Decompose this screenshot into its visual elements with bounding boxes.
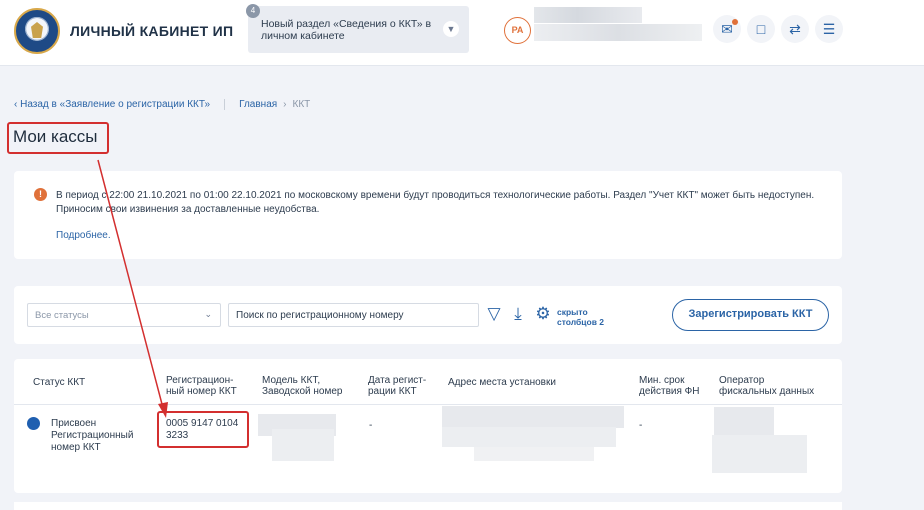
breadcrumb: ‹ Назад в «Заявление о регистрации ККТ» Г…: [14, 99, 310, 110]
home-link[interactable]: Главная: [239, 99, 277, 110]
breadcrumb-divider: [224, 99, 226, 110]
row-status-l2: Регистрационный: [51, 430, 134, 441]
menu-button[interactable]: ☰: [815, 15, 843, 43]
header: ЛИЧНЫЙ КАБИНЕТ ИП Новый раздел «Сведения…: [0, 0, 924, 66]
kkt-table: Статус ККТ Регистрацион- ный номер ККТ М…: [14, 359, 842, 493]
status-select[interactable]: Все статусы ⌄: [27, 303, 221, 327]
ofd-pixelated-1: [714, 407, 774, 437]
serial-pixelated: [272, 429, 334, 461]
reg-number-highlight-box: [157, 411, 249, 448]
menu-icon: ☰: [822, 21, 836, 37]
col-header-fn-term[interactable]: Мин. срок действия ФН: [639, 375, 699, 397]
news-count-badge: 4: [246, 4, 260, 18]
brand-title: ЛИЧНЫЙ КАБИНЕТ ИП: [70, 23, 234, 39]
user-inn-pixelated: [534, 24, 702, 41]
filter-bar: Все статусы ⌄ Поиск по регистрационному …: [14, 286, 842, 344]
notice-more-link[interactable]: Подробнее.: [56, 230, 111, 241]
swap-arrows-icon: ⇄: [789, 21, 801, 37]
address-pixelated-3: [474, 447, 594, 461]
mail-button[interactable]: ✉: [713, 15, 741, 43]
row-reg-date: -: [369, 420, 373, 431]
back-link[interactable]: Назад в «Заявление о регистрации ККТ»: [20, 99, 210, 110]
title-highlight-box: [7, 122, 109, 154]
col-header-model-l2: Заводской номер: [262, 386, 343, 397]
fns-logo[interactable]: [14, 8, 60, 54]
status-dot-icon: [27, 417, 40, 430]
chat-icon: □: [756, 21, 766, 37]
maintenance-notice: ! В период с 22:00 21.10.2021 по 01:00 2…: [14, 171, 842, 259]
col-header-ofd[interactable]: Оператор фискальных данных: [719, 375, 814, 397]
col-header-reg-number-l1: Регистрацион-: [166, 375, 234, 386]
col-header-reg-date-l2: рации ККТ: [368, 386, 417, 397]
col-header-reg-date[interactable]: Дата регист- рации ККТ: [368, 375, 426, 397]
status-select-value: Все статусы: [35, 310, 89, 321]
mail-icon: ✉: [721, 21, 733, 37]
row-status-l1: Присвоен: [51, 418, 97, 429]
unread-dot: [732, 19, 738, 25]
user-name-pixelated: [534, 7, 642, 23]
register-kkt-button[interactable]: Зарегистрировать ККТ: [672, 299, 829, 331]
col-header-ofd-l2: фискальных данных: [719, 386, 815, 397]
col-header-model-l1: Модель ККТ,: [262, 375, 321, 386]
col-header-status[interactable]: Статус ККТ: [33, 377, 85, 388]
switch-button[interactable]: ⇄: [781, 15, 809, 43]
col-header-reg-number[interactable]: Регистрацион- ный номер ККТ: [166, 375, 237, 397]
col-header-fn-term-l1: Мин. срок: [639, 375, 685, 386]
row-fn-term: -: [639, 420, 643, 431]
header-divider: [14, 404, 842, 405]
filter-icon[interactable]: ▽: [484, 304, 504, 324]
address-pixelated-2: [442, 427, 616, 447]
ofd-pixelated-2: [712, 435, 807, 473]
news-panel[interactable]: Новый раздел «Сведения о ККТ» в личном к…: [248, 6, 469, 53]
address-pixelated-1: [442, 406, 624, 428]
next-section-edge: [14, 502, 842, 510]
chevron-down-icon[interactable]: ▼: [443, 21, 459, 37]
col-header-fn-term-l2: действия ФН: [639, 386, 700, 397]
col-header-ofd-l1: Оператор: [719, 375, 765, 386]
chat-button[interactable]: □: [747, 15, 775, 43]
warning-icon: !: [34, 188, 47, 201]
row-status: Присвоен Регистрационный номер ККТ: [51, 418, 133, 454]
gear-icon[interactable]: ⚙: [533, 304, 553, 324]
col-header-model[interactable]: Модель ККТ, Заводской номер: [262, 375, 342, 397]
avatar[interactable]: РА: [504, 17, 531, 44]
breadcrumb-current: ККТ: [292, 99, 311, 111]
chevron-right-icon: ›: [283, 99, 287, 111]
col-header-address[interactable]: Адрес места установки: [448, 377, 556, 388]
col-header-reg-number-l2: ный номер ККТ: [166, 386, 237, 397]
notice-text: В период с 22:00 21.10.2021 по 01:00 22.…: [56, 190, 815, 215]
search-input[interactable]: Поиск по регистрационному номеру: [228, 303, 479, 327]
hidden-columns-link[interactable]: скрыто столбцов 2: [557, 307, 604, 327]
row-status-l3: номер ККТ: [51, 442, 101, 453]
hidden-columns-line2: столбцов 2: [557, 317, 605, 327]
chevron-down-icon: ⌄: [204, 309, 212, 319]
col-header-reg-date-l1: Дата регист-: [368, 375, 427, 386]
download-icon[interactable]: ⤓: [508, 304, 528, 324]
news-text: Новый раздел «Сведения о ККТ» в личном к…: [261, 18, 432, 42]
hidden-columns-line1: скрыто: [557, 307, 588, 317]
